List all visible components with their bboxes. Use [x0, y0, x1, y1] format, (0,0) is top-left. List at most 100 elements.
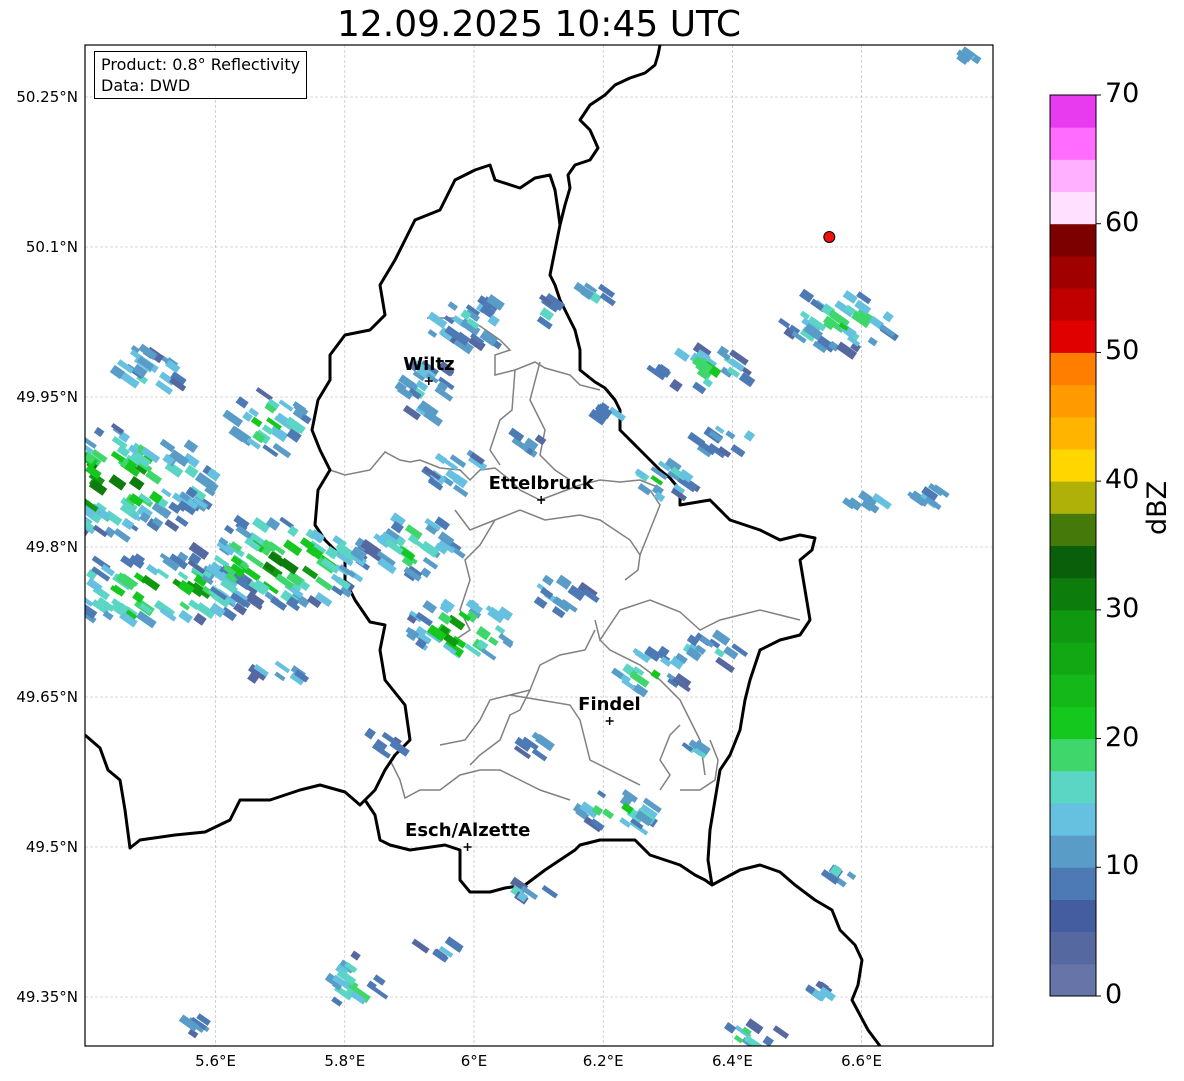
radar-echo-pixel — [702, 377, 714, 388]
radar-echo-pixel — [113, 528, 131, 543]
colorbar-segment — [1050, 674, 1096, 707]
radar-echo-pixel — [22, 464, 42, 481]
radar-echo-pixel — [799, 288, 815, 303]
lat-tick-label: 49.35°N — [16, 988, 78, 1006]
radar-echo-pixel — [283, 539, 303, 557]
radar-echo-pixel — [18, 466, 31, 477]
radar-echo-pixel — [42, 471, 54, 482]
radar-echo-pixel — [36, 512, 53, 527]
radar-echo-pixel — [772, 1025, 790, 1040]
radar-echo-pixel — [301, 565, 319, 580]
radar-echo-pixel — [723, 1022, 737, 1034]
radar-echo-pixel — [52, 455, 69, 470]
colorbar-segment — [1050, 320, 1096, 353]
lat-tick-label: 49.65°N — [16, 688, 78, 706]
colorbar-segment — [1050, 931, 1096, 965]
radar-echo-pixel — [22, 482, 40, 498]
radar-echo-pixel — [2, 461, 14, 473]
colorbar — [1050, 94, 1101, 997]
country-borders — [85, 45, 882, 1046]
radar-echo-pixel — [743, 430, 756, 442]
radar-echo-pixel — [66, 499, 79, 512]
radar-echo-pixel — [145, 563, 160, 576]
product-text: Product: 0.8° Reflectivity — [101, 55, 301, 74]
radar-echo-pixel — [47, 464, 59, 475]
radar-echo-pixel — [23, 492, 35, 503]
radar-echo-pixel — [494, 624, 506, 635]
colorbar-segment — [1050, 577, 1096, 611]
lon-tick-label: 6.4°E — [711, 1052, 753, 1070]
radar-echo-pixel — [55, 576, 69, 588]
radar-echo-pixel — [60, 481, 76, 495]
radar-echo-pixel — [447, 301, 459, 311]
radar-echo-pixel — [160, 488, 172, 498]
radar-echo-pixel — [842, 290, 858, 304]
radar-echoes — [1, 46, 982, 1046]
location-marker — [823, 231, 836, 243]
radar-echo-pixel — [175, 515, 189, 527]
colorbar-segment — [1050, 127, 1096, 160]
colorbar-segment — [1050, 899, 1096, 933]
colorbar-segment — [1050, 416, 1096, 450]
lat-tick-label: 49.95°N — [16, 388, 78, 406]
radar-map — [1, 44, 1101, 1047]
radar-echo-pixel — [222, 409, 244, 428]
city-label: Esch/Alzette — [405, 820, 531, 841]
colorbar-segment — [1050, 802, 1096, 836]
radar-echo-pixel — [36, 452, 54, 467]
lon-tick-label: 5.6°E — [195, 1052, 237, 1070]
radar-echo-pixel — [156, 568, 170, 580]
colorbar-segment — [1050, 545, 1096, 579]
radar-echo-pixel — [602, 808, 615, 820]
colorbar-segment — [1050, 738, 1096, 772]
radar-echo-pixel — [673, 347, 690, 362]
colorbar-tick-label: 40 — [1105, 464, 1140, 496]
radar-echo-pixel — [53, 524, 67, 536]
city-label: Wiltz — [403, 354, 455, 375]
radar-echo-pixel — [427, 329, 438, 338]
radar-echo-pixel — [1, 495, 18, 510]
radar-echo-pixel — [184, 464, 199, 479]
radar-echo-pixel — [235, 396, 249, 409]
radar-echo-pixel — [1, 451, 20, 468]
radar-echo-pixel — [18, 494, 36, 509]
radar-echo-pixel — [250, 416, 263, 428]
radar-echo-pixel — [31, 464, 46, 478]
radar-echo-pixel — [9, 505, 28, 521]
colorbar-segment — [1050, 223, 1096, 257]
lon-tick-label: 6.6°E — [841, 1052, 883, 1070]
radar-echo-pixel — [331, 996, 343, 1007]
radar-echo-pixel — [54, 478, 70, 493]
radar-echo-pixel — [7, 499, 18, 509]
radar-echo-pixel — [85, 469, 86, 482]
radar-echo-pixel — [179, 601, 191, 611]
radar-echo-pixel — [177, 571, 189, 581]
radar-echo-pixel — [725, 430, 736, 440]
radar-echo-pixel — [58, 599, 74, 612]
colorbar-segment — [1050, 706, 1096, 740]
borders — [85, 45, 882, 1046]
radar-echo-pixel — [50, 572, 63, 583]
radar-echo-pixel — [40, 495, 57, 509]
colorbar-segment — [1050, 963, 1096, 997]
colorbar-tick-label: 50 — [1105, 335, 1140, 367]
radar-echo-pixel — [475, 626, 492, 641]
radar-echo-pixel — [2, 476, 19, 491]
radar-echo-pixel — [58, 435, 72, 448]
radar-echo-pixel — [3, 482, 18, 496]
radar-echo-pixel — [60, 431, 76, 444]
colorbar-segment — [1050, 448, 1096, 482]
radar-echo-pixel — [481, 648, 497, 661]
colorbar-segment — [1050, 481, 1096, 514]
radar-echo-pixel — [637, 483, 652, 496]
city-label: Findel — [578, 694, 641, 715]
radar-echo-pixel — [223, 524, 235, 535]
radar-echo-pixel — [9, 503, 26, 517]
city-marker — [463, 843, 472, 851]
radar-echo-pixel — [30, 437, 48, 452]
info-box: Product: 0.8° Reflectivity Data: DWD — [94, 51, 308, 99]
radar-echo-pixel — [531, 748, 548, 762]
colorbar-segment — [1050, 835, 1096, 868]
radar-echo-pixel — [437, 611, 452, 625]
radar-echo-pixel — [178, 609, 193, 624]
